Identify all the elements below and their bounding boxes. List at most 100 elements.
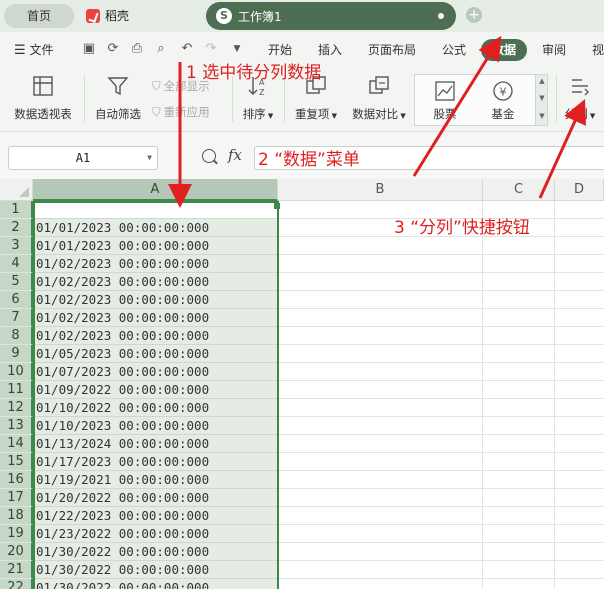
- column-header-b[interactable]: B: [278, 179, 483, 201]
- row-header[interactable]: 7: [0, 309, 33, 327]
- funds-yen-icon: ¥: [493, 81, 513, 101]
- chevron-down-icon[interactable]: ▼: [230, 42, 244, 56]
- spreadsheet-grid[interactable]: A B C D 1 2 01/01/2023 00:00:00:000 3 01/01/…: [0, 179, 604, 589]
- scroll-up-icon[interactable]: ▲: [538, 77, 546, 85]
- chevron-down-icon[interactable]: ▼: [147, 147, 152, 169]
- reapply-label: 重新应用: [163, 105, 210, 119]
- menu-formula[interactable]: 公式: [442, 41, 466, 58]
- cell-a[interactable]: 01/30/2022 00:00:00:000: [33, 579, 278, 589]
- grid-line: [278, 254, 604, 255]
- gallery-scrollbar[interactable]: ▲ ▼ ▼: [535, 75, 547, 125]
- row-header[interactable]: 8: [0, 327, 33, 345]
- hamburger-icon: ☰: [14, 43, 26, 58]
- cell-a[interactable]: 01/23/2022 00:00:00:000: [33, 525, 278, 543]
- grid-line: [278, 290, 604, 291]
- row-header[interactable]: 10: [0, 363, 33, 381]
- menu-page-layout[interactable]: 页面布局: [368, 41, 416, 58]
- cell-a[interactable]: 01/19/2021 00:00:00:000: [33, 471, 278, 489]
- gallery-expand-icon[interactable]: ▼: [538, 112, 546, 120]
- row-header[interactable]: 4: [0, 255, 33, 273]
- row-header[interactable]: 5: [0, 273, 33, 291]
- row-header[interactable]: 14: [0, 435, 33, 453]
- cell-a[interactable]: 01/20/2022 00:00:00:000: [33, 489, 278, 507]
- row-header[interactable]: 20: [0, 543, 33, 561]
- filter-icon: [107, 77, 129, 96]
- show-all-icon: ⛉: [152, 78, 161, 93]
- row-header[interactable]: 21: [0, 561, 33, 579]
- cell-a[interactable]: 01/30/2022 00:00:00:000: [33, 543, 278, 561]
- cell-a[interactable]: 01/30/2022 00:00:00:000: [33, 561, 278, 579]
- menu-start[interactable]: 开始: [268, 41, 292, 58]
- cell-a[interactable]: 01/13/2024 00:00:00:000: [33, 435, 278, 453]
- tab-docer[interactable]: 稻壳: [86, 4, 129, 28]
- undo-icon[interactable]: ↶: [180, 42, 194, 56]
- row-header[interactable]: 13: [0, 417, 33, 435]
- cell-a[interactable]: [33, 201, 278, 219]
- grid-line: [278, 452, 604, 453]
- cell-reference: A1: [75, 151, 91, 165]
- format-painter-icon[interactable]: ⟳: [106, 42, 120, 56]
- cell-a[interactable]: 01/02/2023 00:00:00:000: [33, 255, 278, 273]
- row-header[interactable]: 2: [0, 219, 33, 237]
- menu-view[interactable]: 视: [592, 41, 604, 58]
- cell-a[interactable]: 01/02/2023 00:00:00:000: [33, 309, 278, 327]
- column-header-d[interactable]: D: [555, 179, 604, 201]
- cell-a[interactable]: 01/05/2023 00:00:00:000: [33, 345, 278, 363]
- funds-button[interactable]: ¥ 基金: [481, 79, 525, 122]
- cell-a[interactable]: 01/07/2023 00:00:00:000: [33, 363, 278, 381]
- row-header[interactable]: 18: [0, 507, 33, 525]
- tab-home[interactable]: 首页: [4, 4, 74, 28]
- grid-line: [278, 470, 604, 471]
- row-header[interactable]: 1: [0, 201, 33, 219]
- svg-text:Z: Z: [259, 88, 265, 97]
- tab-workbook[interactable]: S 工作簿1: [206, 2, 456, 30]
- menu-file[interactable]: ☰ 文件: [14, 41, 54, 58]
- select-all-corner[interactable]: [0, 179, 33, 201]
- grid-line: [554, 201, 555, 589]
- auto-filter-button[interactable]: 自动筛选: [90, 72, 146, 122]
- grid-line: [278, 488, 604, 489]
- spreadsheet-logo-icon: S: [216, 8, 232, 24]
- row-header[interactable]: 17: [0, 489, 33, 507]
- name-box[interactable]: A1 ▼: [8, 146, 158, 170]
- row-header[interactable]: 9: [0, 345, 33, 363]
- cell-a[interactable]: 01/10/2023 00:00:00:000: [33, 417, 278, 435]
- menu-data[interactable]: 数据: [481, 39, 527, 61]
- menu-review[interactable]: 审阅: [542, 41, 566, 58]
- cell-a[interactable]: 01/02/2023 00:00:00:000: [33, 291, 278, 309]
- cell-a[interactable]: 01/10/2022 00:00:00:000: [33, 399, 278, 417]
- column-header-a[interactable]: A: [33, 179, 278, 201]
- row-header[interactable]: 15: [0, 453, 33, 471]
- row-header[interactable]: 22: [0, 579, 33, 589]
- stocks-button[interactable]: 股票: [423, 79, 467, 122]
- cell-a[interactable]: 01/01/2023 00:00:00:000: [33, 219, 278, 237]
- row-header[interactable]: 3: [0, 237, 33, 255]
- row-header[interactable]: 6: [0, 291, 33, 309]
- grid-line: [278, 380, 604, 381]
- fx-icon[interactable]: fx: [228, 146, 242, 164]
- print-preview-icon[interactable]: ⌕: [154, 42, 168, 56]
- menu-insert[interactable]: 插入: [318, 41, 342, 58]
- cell-a[interactable]: 01/22/2023 00:00:00:000: [33, 507, 278, 525]
- row-header[interactable]: 19: [0, 525, 33, 543]
- reapply-button[interactable]: ⛉ 重新应用: [152, 104, 210, 120]
- row-header[interactable]: 16: [0, 471, 33, 489]
- fill-handle[interactable]: [274, 203, 280, 209]
- row-header[interactable]: 12: [0, 399, 33, 417]
- pivot-table-button[interactable]: 数据透视表: [8, 72, 78, 122]
- cell-a[interactable]: 01/01/2023 00:00:00:000: [33, 237, 278, 255]
- split-column-button[interactable]: 分列 ▼: [560, 72, 600, 122]
- add-tab-icon[interactable]: +: [466, 7, 482, 23]
- data-compare-button[interactable]: 数据对比 ▼: [348, 72, 410, 122]
- redo-icon[interactable]: ↷: [204, 42, 218, 56]
- row-header[interactable]: 11: [0, 381, 33, 399]
- cell-a[interactable]: 01/17/2023 00:00:00:000: [33, 453, 278, 471]
- print-icon[interactable]: ⎙: [130, 42, 144, 56]
- save-icon[interactable]: ▣: [82, 42, 96, 56]
- cell-a[interactable]: 01/09/2022 00:00:00:000: [33, 381, 278, 399]
- cell-a[interactable]: 01/02/2023 00:00:00:000: [33, 273, 278, 291]
- column-header-c[interactable]: C: [483, 179, 555, 201]
- zoom-search-icon[interactable]: [202, 149, 216, 163]
- scroll-down-icon[interactable]: ▼: [538, 94, 546, 102]
- cell-a[interactable]: 01/02/2023 00:00:00:000: [33, 327, 278, 345]
